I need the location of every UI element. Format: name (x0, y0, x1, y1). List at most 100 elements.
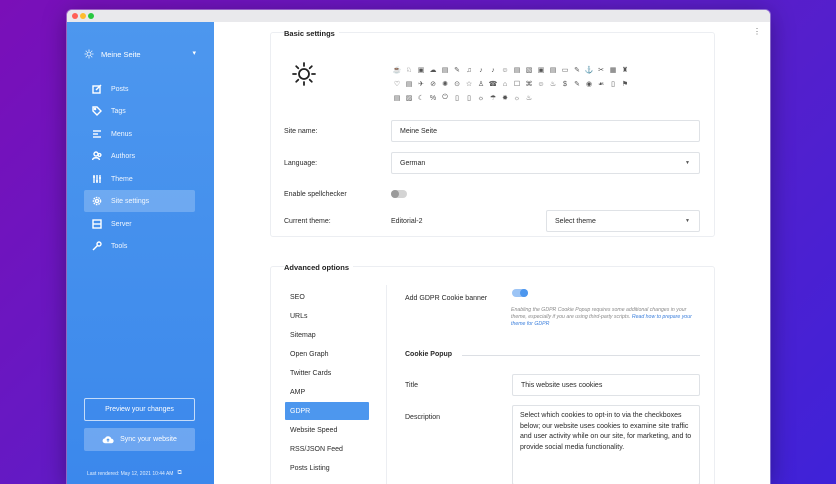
icon-option[interactable]: ☺ (535, 77, 547, 91)
icon-option[interactable]: ♪ (487, 63, 499, 77)
icon-option[interactable]: ⊘ (427, 77, 439, 91)
tab-urls[interactable]: URLs (285, 307, 369, 325)
icon-option[interactable]: ⌂ (499, 77, 511, 91)
tab-seo[interactable]: SEO (285, 288, 369, 306)
sidebar-item-authors[interactable]: Authors (84, 145, 195, 167)
sidebar-item-tags[interactable]: Tags (84, 100, 195, 122)
select-theme-dropdown[interactable]: Select theme ▼ (546, 210, 700, 232)
close-dot[interactable] (72, 13, 78, 19)
icon-option[interactable]: ✎ (571, 63, 583, 77)
icon-option[interactable]: ▯ (451, 91, 463, 105)
icon-option[interactable]: ◉ (583, 77, 595, 91)
icon-option[interactable]: ☎ (487, 77, 499, 91)
icon-option[interactable]: ☁ (427, 63, 439, 77)
maximize-dot[interactable] (88, 13, 94, 19)
icon-option[interactable]: ☆ (463, 77, 475, 91)
icon-option[interactable]: ♫ (463, 63, 475, 77)
icon-option[interactable]: ▭ (559, 63, 571, 77)
icon-option[interactable]: ♙ (475, 77, 487, 91)
menu-icon (93, 130, 101, 138)
sidebar-item-tools[interactable]: Tools (84, 235, 195, 257)
icon-option[interactable]: $ (559, 77, 571, 91)
gear-icon (92, 196, 102, 206)
external-link-icon[interactable]: ⧉ (177, 470, 181, 477)
icon-option[interactable]: ▣ (535, 63, 547, 77)
sidebar-item-menus[interactable]: Menus (84, 123, 195, 145)
icon-option[interactable]: ☕ (391, 63, 403, 77)
icon-option[interactable]: ▤ (403, 77, 415, 91)
sidebar-item-label: Tools (111, 242, 128, 250)
icon-option[interactable]: ☺ (499, 63, 511, 77)
icon-option[interactable]: ⚓ (583, 63, 595, 77)
icon-option[interactable]: ☐ (511, 77, 523, 91)
icon-option[interactable]: ☼ (475, 91, 487, 105)
sidebar-item-server[interactable]: Server (84, 213, 195, 235)
site-logo-sun-icon[interactable] (291, 61, 317, 87)
icon-option[interactable]: ✈ (415, 77, 427, 91)
tab-open-graph[interactable]: Open Graph (285, 345, 369, 363)
icon-option[interactable]: ▯ (607, 77, 619, 91)
icon-option[interactable]: % (427, 91, 439, 105)
icon-option[interactable]: ✂ (595, 63, 607, 77)
tab-amp[interactable]: AMP (285, 383, 369, 401)
language-select[interactable]: German ▼ (391, 152, 700, 174)
sync-website-button[interactable]: Sync your website (84, 428, 195, 451)
site-name-label: Site name: (284, 128, 318, 135)
cookie-description-textarea[interactable]: Select which cookies to opt-in to via th… (512, 405, 700, 484)
tab-gdpr[interactable]: GDPR (285, 402, 369, 420)
icon-option[interactable]: ♜ (619, 63, 631, 77)
icon-option[interactable]: ✸ (499, 91, 511, 105)
preview-changes-button[interactable]: Preview your changes (84, 398, 195, 421)
icon-option[interactable]: ♡ (391, 77, 403, 91)
icon-option[interactable]: ♘ (403, 63, 415, 77)
sliders-icon (93, 175, 101, 183)
icon-option[interactable]: ♪ (475, 63, 487, 77)
icon-option[interactable]: ⌘ (523, 77, 535, 91)
select-theme-value: Select theme (555, 217, 596, 225)
gdpr-hint: Enabling the GDPR Cookie Popup requires … (511, 307, 703, 328)
more-options-icon[interactable]: ⋮ (753, 28, 761, 36)
sidebar-item-posts[interactable]: Posts (84, 78, 195, 100)
cookie-title-input[interactable]: This website uses cookies (512, 374, 700, 396)
icon-option[interactable]: ▨ (403, 91, 415, 105)
icon-option[interactable]: ♨ (523, 91, 535, 105)
site-selector[interactable]: Meine Seite ▾ (84, 46, 199, 62)
sidebar-item-site-settings[interactable]: Site settings (84, 190, 195, 212)
icon-option[interactable]: ▦ (607, 63, 619, 77)
icon-option[interactable]: ▤ (439, 63, 451, 77)
tab-sitemap[interactable]: Sitemap (285, 326, 369, 344)
icon-option[interactable]: ☾ (415, 91, 427, 105)
icon-option[interactable]: ▤ (511, 63, 523, 77)
icon-option[interactable]: ⚑ (619, 77, 631, 91)
icon-option[interactable]: ⊙ (451, 77, 463, 91)
icon-option[interactable]: ▤ (547, 63, 559, 77)
icon-option[interactable]: ✺ (439, 77, 451, 91)
icon-option[interactable]: ▣ (415, 63, 427, 77)
sidebar-item-label: Theme (111, 175, 133, 183)
tab-posts-listing[interactable]: Posts Listing (285, 459, 369, 477)
language-label: Language: (284, 160, 318, 167)
icon-option[interactable]: ♨ (547, 77, 559, 91)
icon-option[interactable]: ✎ (571, 77, 583, 91)
tab-twitter-cards[interactable]: Twitter Cards (285, 364, 369, 382)
site-name-input[interactable]: Meine Seite (391, 120, 700, 142)
gdpr-banner-toggle[interactable] (512, 289, 528, 297)
sidebar-item-label: Menus (111, 130, 133, 138)
sync-label: Sync your website (120, 436, 177, 443)
icon-option[interactable]: ▤ (391, 91, 403, 105)
tab-website-speed[interactable]: Website Speed (285, 421, 369, 439)
sidebar-item-label: Posts (111, 85, 129, 93)
icon-option[interactable]: ☼ (511, 91, 523, 105)
sidebar: Meine Seite ▾ Posts Tags Menus Authors T… (67, 22, 214, 484)
icon-option[interactable]: ☙ (595, 77, 607, 91)
minimize-dot[interactable] (80, 13, 86, 19)
icon-option[interactable]: ⏻ (439, 91, 451, 105)
icon-option[interactable]: ☂ (487, 91, 499, 105)
icon-option[interactable]: ▯ (463, 91, 475, 105)
tab-rss-json-feed[interactable]: RSS/JSON Feed (285, 440, 369, 458)
sidebar-item-label: Site settings (111, 197, 150, 205)
sidebar-item-theme[interactable]: Theme (84, 168, 195, 190)
spellchecker-toggle[interactable] (391, 190, 407, 198)
icon-option[interactable]: ✎ (451, 63, 463, 77)
icon-option[interactable]: ▧ (523, 63, 535, 77)
